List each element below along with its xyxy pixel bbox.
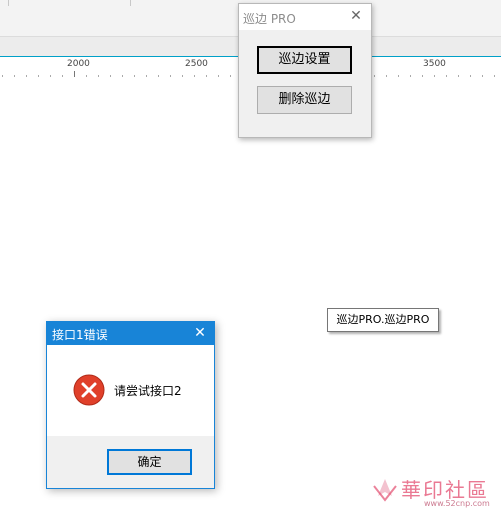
ruler-tick [434,75,435,77]
error-dialog-footer: 确定 [47,436,214,488]
pro-dialog-titlebar: 巡边 PRO ✕ [239,4,371,30]
tooltip: 巡边PRO.巡边PRO [327,308,439,332]
error-message: 请尝试接口2 [114,384,182,398]
ruler-tick [26,75,27,77]
error-dialog: 接口1错误 ✕ 请尝试接口2 确定 [46,321,215,489]
ok-button[interactable]: 确定 [107,449,192,475]
ruler-tick [410,75,411,77]
ruler-tick [218,75,219,77]
watermark: 華印社區 www.52cnp.com [370,474,501,511]
close-icon[interactable]: ✕ [191,324,209,342]
ruler-tick [482,75,483,77]
ruler-tick [74,71,75,77]
ruler-tick [158,75,159,77]
pro-dialog-title: 巡边 PRO [243,12,296,26]
error-dialog-titlebar: 接口1错误 ✕ [47,322,214,345]
ruler-tick [50,75,51,77]
ruler-tick [194,75,195,77]
ruler-label: 3500 [423,59,446,69]
ruler-label: 2000 [67,59,90,69]
ruler-tick [446,75,447,77]
ruler-tick [458,75,459,77]
ruler-tick [422,75,423,77]
ruler-tick [38,75,39,77]
ruler-tick [2,75,3,77]
ruler-tick [470,75,471,77]
ruler-tick [122,75,123,77]
ruler-tick [110,75,111,77]
close-icon[interactable]: ✕ [347,7,365,25]
ruler-tick [62,75,63,77]
delete-patrol-button[interactable]: 删除巡边 [257,86,352,114]
ruler-tick [14,75,15,77]
ruler-tick [134,75,135,77]
error-icon [73,374,105,406]
ruler-tick [206,75,207,77]
ruler-tick [98,75,99,77]
pro-dialog: 巡边 PRO ✕ 巡边设置 删除巡边 [238,3,372,138]
ruler-tick [146,75,147,77]
watermark-logo [373,479,397,502]
toolbar-separator [130,0,131,6]
ruler-label: 2500 [185,59,208,69]
ruler-tick [170,75,171,77]
toolbar-separator [8,0,9,6]
error-dialog-title: 接口1错误 [52,328,108,342]
patrol-settings-button[interactable]: 巡边设置 [257,46,352,74]
watermark-url: www.52cnp.com [424,499,490,508]
ruler-tick [374,75,375,77]
ruler-tick [398,75,399,77]
ruler-tick [494,75,495,77]
ruler-tick [182,75,183,77]
ruler-tick [86,75,87,77]
ruler-tick [230,75,231,77]
ruler-tick [386,75,387,77]
